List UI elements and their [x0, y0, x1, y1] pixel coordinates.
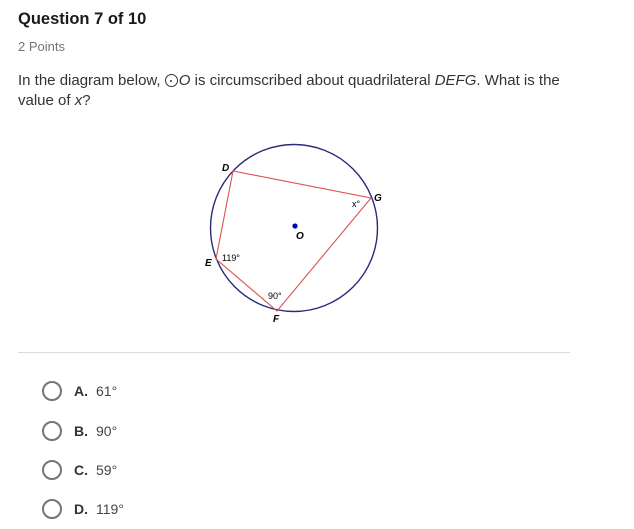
angle-e-label: 119° [222, 253, 240, 263]
radio-button-icon[interactable] [42, 421, 62, 441]
option-c[interactable]: C. 59° [42, 458, 117, 482]
option-letter: D. [74, 501, 88, 517]
radio-button-icon[interactable] [42, 460, 62, 480]
geometry-diagram: D G E F O 119° 90° x° [205, 143, 382, 325]
label-o: O [296, 231, 304, 242]
option-letter: B. [74, 423, 88, 439]
option-letter: C. [74, 462, 88, 478]
option-value: 119° [96, 501, 124, 517]
option-d[interactable]: D. 119° [42, 497, 124, 521]
question-text-part: ? [82, 92, 91, 109]
angle-f-label: 90° [268, 291, 282, 301]
label-d: D [222, 163, 229, 174]
option-b[interactable]: B. 90° [42, 419, 117, 443]
circle-name: O [178, 72, 191, 89]
quadrilateral-name: DEFG [434, 72, 477, 89]
radio-button-icon[interactable] [42, 381, 62, 401]
question-text-part: In the diagram below, [18, 72, 165, 89]
option-value: 90° [96, 423, 118, 439]
center-point [292, 223, 298, 229]
label-g: G [374, 193, 382, 204]
question-text: In the diagram below, O is circumscribed… [18, 71, 578, 111]
quadrilateral-defg [215, 170, 373, 312]
radio-button-icon[interactable] [42, 499, 62, 519]
option-value: 59° [96, 462, 118, 478]
question-points: 2 Points [18, 39, 65, 54]
divider [18, 352, 570, 353]
option-a[interactable]: A. 61° [42, 379, 117, 403]
label-f: F [273, 314, 280, 325]
label-e: E [205, 258, 212, 269]
angle-g-label: x° [352, 199, 361, 209]
circle-dot-icon [164, 74, 178, 87]
option-value: 61° [96, 383, 118, 399]
question-text-part: is circumscribed about quadrilateral [190, 72, 435, 89]
option-letter: A. [74, 383, 88, 399]
question-title: Question 7 of 10 [18, 10, 147, 28]
